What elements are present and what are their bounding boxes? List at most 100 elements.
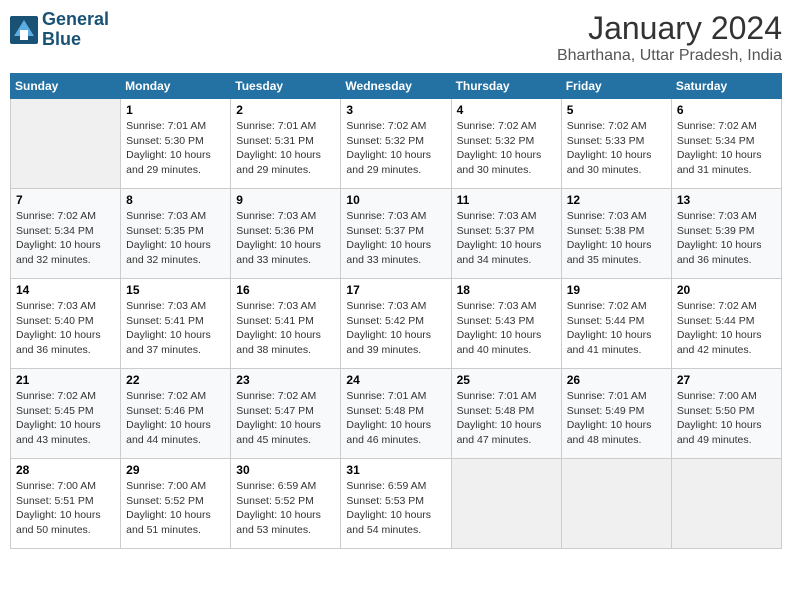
week-row-3: 21 Sunrise: 7:02 AM Sunset: 5:45 PM Dayli… [11,369,782,459]
day-number: 22 [126,373,225,387]
calendar-cell: 23Sunrise: 7:02 AM Sunset: 5:47 PM Dayli… [231,369,341,459]
day-number: 13 [677,193,776,207]
day-number: 10 [346,193,445,207]
header-friday: Friday [561,74,671,99]
week-row-4: 28Sunrise: 7:00 AM Sunset: 5:51 PM Dayli… [11,459,782,549]
day-info: Sunrise: 7:03 AM Sunset: 5:40 PM Dayligh… [16,299,115,358]
day-info: Sunrise: 7:02 AM Sunset: 5:44 PM Dayligh… [677,299,776,358]
calendar-cell: 29Sunrise: 7:00 AM Sunset: 5:52 PM Dayli… [121,459,231,549]
calendar-cell [671,459,781,549]
calendar-cell: 1 Sunrise: 7:01 AM Sunset: 5:30 PM Daylig… [121,99,231,189]
day-number: 24 [346,373,445,387]
header-sunday: Sunday [11,74,121,99]
calendar-cell: 6Sunrise: 7:02 AM Sunset: 5:34 PM Daylig… [671,99,781,189]
day-info: Sunrise: 7:03 AM Sunset: 5:36 PM Dayligh… [236,209,335,268]
calendar-table: SundayMondayTuesdayWednesdayThursdayFrid… [10,73,782,549]
calendar-cell: 19 Sunrise: 7:02 AM Sunset: 5:44 PM Dayli… [561,279,671,369]
day-info: Sunrise: 7:02 AM Sunset: 5:32 PM Dayligh… [346,119,445,178]
day-info: Sunrise: 7:01 AM Sunset: 5:31 PM Dayligh… [236,119,335,178]
day-info: Sunrise: 7:01 AM Sunset: 5:30 PM Dayligh… [126,119,225,178]
calendar-cell: 7 Sunrise: 7:02 AM Sunset: 5:34 PM Daylig… [11,189,121,279]
day-info: Sunrise: 7:03 AM Sunset: 5:38 PM Dayligh… [567,209,666,268]
header-tuesday: Tuesday [231,74,341,99]
day-info: Sunrise: 7:02 AM Sunset: 5:32 PM Dayligh… [457,119,556,178]
day-info: Sunrise: 7:03 AM Sunset: 5:41 PM Dayligh… [126,299,225,358]
calendar-header-row: SundayMondayTuesdayWednesdayThursdayFrid… [11,74,782,99]
calendar-cell: 14 Sunrise: 7:03 AM Sunset: 5:40 PM Dayli… [11,279,121,369]
calendar-cell: 10 Sunrise: 7:03 AM Sunset: 5:37 PM Dayli… [341,189,451,279]
calendar-cell: 15Sunrise: 7:03 AM Sunset: 5:41 PM Dayli… [121,279,231,369]
day-info: Sunrise: 7:02 AM Sunset: 5:45 PM Dayligh… [16,389,115,448]
calendar-cell: 22Sunrise: 7:02 AM Sunset: 5:46 PM Dayli… [121,369,231,459]
day-number: 19 [567,283,666,297]
day-number: 20 [677,283,776,297]
day-info: Sunrise: 7:01 AM Sunset: 5:48 PM Dayligh… [346,389,445,448]
day-number: 1 [126,103,225,117]
day-info: Sunrise: 7:03 AM Sunset: 5:42 PM Dayligh… [346,299,445,358]
day-number: 14 [16,283,115,297]
day-info: Sunrise: 7:01 AM Sunset: 5:48 PM Dayligh… [457,389,556,448]
calendar-cell: 21 Sunrise: 7:02 AM Sunset: 5:45 PM Dayli… [11,369,121,459]
calendar-title: January 2024 [557,10,782,47]
day-number: 17 [346,283,445,297]
day-info: Sunrise: 7:03 AM Sunset: 5:43 PM Dayligh… [457,299,556,358]
header-saturday: Saturday [671,74,781,99]
calendar-cell: 26Sunrise: 7:01 AM Sunset: 5:49 PM Dayli… [561,369,671,459]
calendar-cell: 13 Sunrise: 7:03 AM Sunset: 5:39 PM Dayli… [671,189,781,279]
calendar-cell [451,459,561,549]
calendar-cell [11,99,121,189]
day-info: Sunrise: 7:00 AM Sunset: 5:51 PM Dayligh… [16,479,115,538]
day-number: 27 [677,373,776,387]
logo-line2: Blue [42,29,81,49]
calendar-cell: 20 Sunrise: 7:02 AM Sunset: 5:44 PM Dayli… [671,279,781,369]
day-number: 23 [236,373,335,387]
calendar-cell: 5 Sunrise: 7:02 AM Sunset: 5:33 PM Daylig… [561,99,671,189]
calendar-cell: 12 Sunrise: 7:03 AM Sunset: 5:38 PM Dayli… [561,189,671,279]
day-info: Sunrise: 7:02 AM Sunset: 5:44 PM Dayligh… [567,299,666,358]
day-number: 5 [567,103,666,117]
day-number: 12 [567,193,666,207]
title-block: January 2024 Bharthana, Uttar Pradesh, I… [557,10,782,65]
day-info: Sunrise: 6:59 AM Sunset: 5:52 PM Dayligh… [236,479,335,538]
day-info: Sunrise: 7:03 AM Sunset: 5:37 PM Dayligh… [457,209,556,268]
page-header: General Blue January 2024 Bharthana, Utt… [10,10,782,65]
header-monday: Monday [121,74,231,99]
day-info: Sunrise: 7:03 AM Sunset: 5:37 PM Dayligh… [346,209,445,268]
calendar-cell: 2Sunrise: 7:01 AM Sunset: 5:31 PM Daylig… [231,99,341,189]
day-info: Sunrise: 7:02 AM Sunset: 5:34 PM Dayligh… [16,209,115,268]
logo-icon [10,16,38,44]
day-info: Sunrise: 7:00 AM Sunset: 5:52 PM Dayligh… [126,479,225,538]
calendar-cell: 16Sunrise: 7:03 AM Sunset: 5:41 PM Dayli… [231,279,341,369]
calendar-cell: 4 Sunrise: 7:02 AM Sunset: 5:32 PM Daylig… [451,99,561,189]
day-number: 4 [457,103,556,117]
day-number: 3 [346,103,445,117]
calendar-cell: 3 Sunrise: 7:02 AM Sunset: 5:32 PM Daylig… [341,99,451,189]
day-number: 25 [457,373,556,387]
week-row-2: 14 Sunrise: 7:03 AM Sunset: 5:40 PM Dayli… [11,279,782,369]
day-number: 21 [16,373,115,387]
logo-line1: General [42,9,109,29]
week-row-0: 1 Sunrise: 7:01 AM Sunset: 5:30 PM Daylig… [11,99,782,189]
day-number: 31 [346,463,445,477]
header-thursday: Thursday [451,74,561,99]
day-number: 7 [16,193,115,207]
day-number: 6 [677,103,776,117]
calendar-cell: 8Sunrise: 7:03 AM Sunset: 5:35 PM Daylig… [121,189,231,279]
calendar-cell: 25 Sunrise: 7:01 AM Sunset: 5:48 PM Dayli… [451,369,561,459]
calendar-cell: 24 Sunrise: 7:01 AM Sunset: 5:48 PM Dayli… [341,369,451,459]
day-info: Sunrise: 7:03 AM Sunset: 5:41 PM Dayligh… [236,299,335,358]
day-number: 9 [236,193,335,207]
day-number: 18 [457,283,556,297]
calendar-cell: 18 Sunrise: 7:03 AM Sunset: 5:43 PM Dayli… [451,279,561,369]
calendar-cell: 17 Sunrise: 7:03 AM Sunset: 5:42 PM Dayli… [341,279,451,369]
calendar-cell: 11 Sunrise: 7:03 AM Sunset: 5:37 PM Dayli… [451,189,561,279]
calendar-subtitle: Bharthana, Uttar Pradesh, India [557,47,782,65]
calendar-cell: 30 Sunrise: 6:59 AM Sunset: 5:52 PM Dayli… [231,459,341,549]
day-info: Sunrise: 7:03 AM Sunset: 5:39 PM Dayligh… [677,209,776,268]
logo: General Blue [10,10,109,50]
day-number: 30 [236,463,335,477]
calendar-cell [561,459,671,549]
day-info: Sunrise: 7:02 AM Sunset: 5:33 PM Dayligh… [567,119,666,178]
calendar-cell: 27Sunrise: 7:00 AM Sunset: 5:50 PM Dayli… [671,369,781,459]
day-number: 11 [457,193,556,207]
